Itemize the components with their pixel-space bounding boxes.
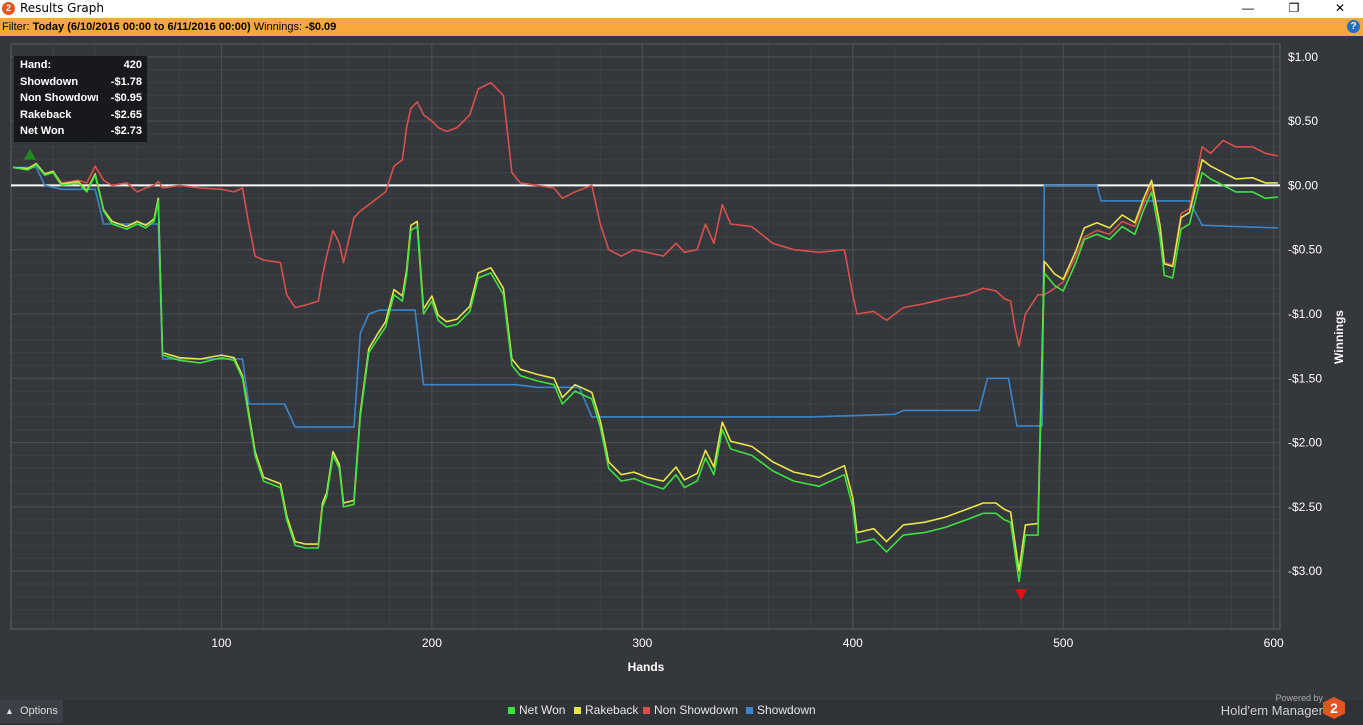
tooltip-label: Net Won	[20, 125, 65, 137]
tooltip-row-rakeback: Rakeback -$2.65	[20, 109, 142, 125]
legend-item-net-won[interactable]: Net Won	[508, 703, 565, 719]
legend-item-showdown[interactable]: Showdown	[746, 703, 816, 719]
tooltip-label: Rakeback	[20, 109, 72, 121]
chevron-up-icon: ▲	[5, 706, 14, 716]
legend-item-non-showdown[interactable]: Non Showdown	[643, 703, 738, 719]
results-line-chart[interactable]: $1.00 $0.50 $0.00 -$0.50 -$1.00 -$1.50 -$2.00 -…	[0, 0, 1363, 700]
x-tick-labels: 100 200 300 400 500 600	[211, 636, 1284, 650]
legend-swatch	[508, 707, 515, 715]
y-axis-label: Winnings	[1332, 310, 1346, 364]
legend-label: Showdown	[757, 703, 816, 717]
tooltip-value: -$1.78	[110, 76, 142, 88]
x-tick-label: 300	[632, 636, 652, 650]
tooltip-value: -$0.95	[110, 92, 142, 104]
y-tick-labels: $1.00 $0.50 $0.00 -$0.50 -$1.00 -$1.50 -$2.00 -…	[1288, 50, 1322, 578]
x-tick-label: 200	[422, 636, 442, 650]
y-tick-label: -$0.50	[1288, 243, 1322, 257]
tooltip-label: Showdown	[20, 76, 79, 88]
legend-swatch	[574, 707, 581, 715]
legend-label: Rakeback	[585, 703, 639, 717]
options-button[interactable]: ▲ Options	[0, 700, 63, 723]
series-line-non-showdown[interactable]	[12, 81, 1279, 347]
y-tick-label: $0.00	[1288, 178, 1318, 192]
tooltip-row-hand: Hand: 420	[20, 59, 142, 75]
x-axis-label: Hands	[628, 660, 665, 674]
x-tick-label: 600	[1264, 636, 1284, 650]
legend-swatch	[746, 707, 753, 715]
powered-by-text: Powered by	[1275, 693, 1323, 703]
y-tick-label: -$3.00	[1288, 564, 1322, 578]
brand-name: Hold'em Manager	[1220, 703, 1323, 718]
y-tick-label: -$2.00	[1288, 436, 1322, 450]
legend-item-rakeback[interactable]: Rakeback	[574, 703, 638, 719]
tooltip-row-showdown: Showdown -$1.78	[20, 76, 142, 92]
options-label: Options	[20, 705, 58, 717]
y-tick-label: -$1.00	[1288, 307, 1322, 321]
y-tick-label: -$2.50	[1288, 500, 1322, 514]
series-line-showdown[interactable]	[13, 166, 1278, 428]
tooltip-label: Non Showdown	[20, 92, 98, 104]
grid-major	[11, 44, 1280, 629]
x-tick-label: 400	[843, 636, 863, 650]
tooltip-value: 420	[123, 59, 142, 71]
plot-frame	[10, 43, 1281, 630]
legend-label: Net Won	[519, 703, 566, 717]
tooltip-label: Hand:	[20, 59, 52, 71]
tooltip-value: -$2.73	[110, 125, 142, 137]
tooltip-row-non-showdown: Non Showdown -$0.95	[20, 92, 142, 108]
legend-swatch	[643, 707, 650, 715]
tooltip-value: -$2.65	[110, 109, 142, 121]
y-tick-label: -$1.50	[1288, 371, 1322, 385]
x-tick-label: 100	[211, 636, 231, 650]
series-line-net-won[interactable]	[12, 164, 1278, 583]
grid-minor	[11, 44, 1280, 629]
min-marker-icon	[1015, 589, 1028, 601]
hover-tooltip: Hand: 420 Showdown -$1.78 Non Showdown -…	[14, 56, 147, 142]
y-tick-label: $0.50	[1288, 114, 1318, 128]
y-tick-label: $1.00	[1288, 50, 1318, 64]
legend-label: Non Showdown	[654, 703, 739, 717]
max-marker-icon	[23, 148, 36, 160]
tooltip-row-net-won: Net Won -$2.73	[20, 125, 142, 141]
x-tick-label: 500	[1053, 636, 1073, 650]
